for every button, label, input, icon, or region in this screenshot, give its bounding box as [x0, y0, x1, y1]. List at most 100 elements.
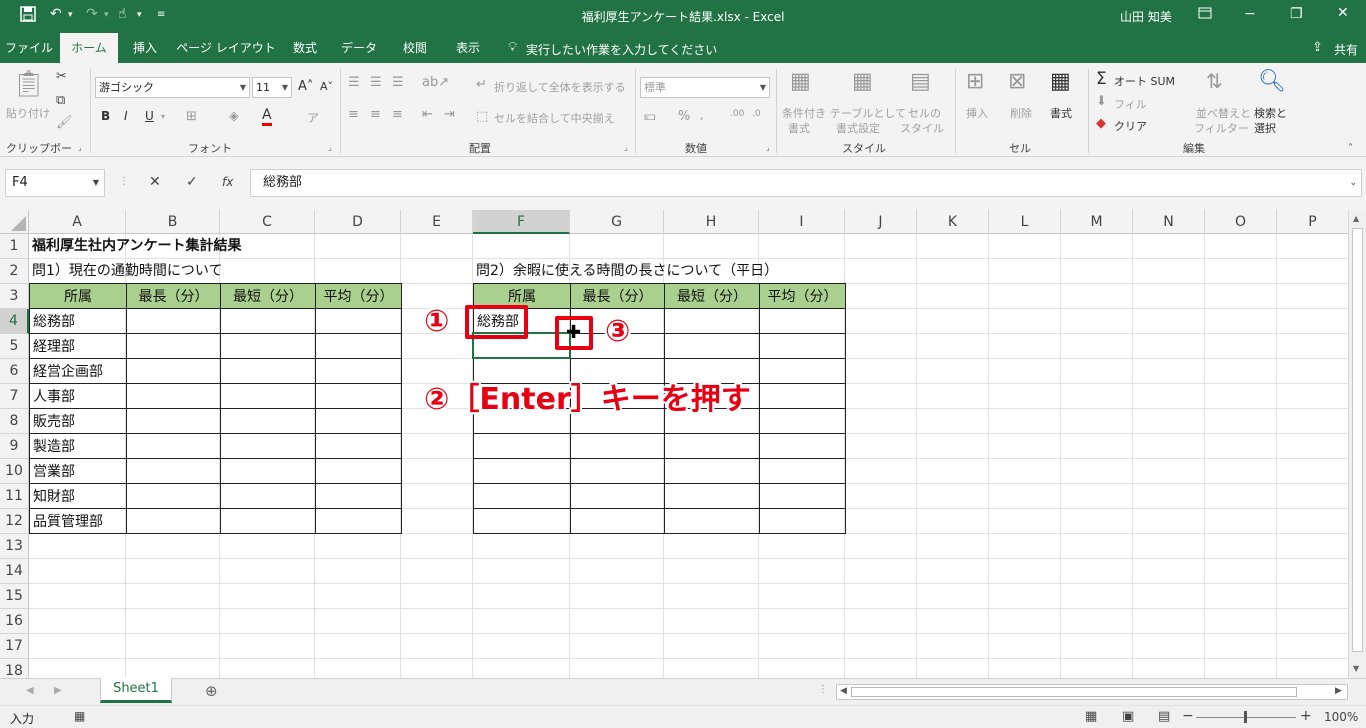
table1-value-cell[interactable]: [220, 308, 316, 334]
table2-value-cell[interactable]: [664, 483, 760, 509]
wrap-text-button[interactable]: 折り返して全体を表示する: [494, 79, 626, 95]
align-right-icon[interactable]: ≡: [392, 107, 403, 122]
tell-me-box[interactable]: 実行したい作業を入力してください: [526, 41, 717, 58]
row-header-11[interactable]: 11: [0, 484, 29, 509]
horizontal-scrollbar[interactable]: ◀ ▶: [836, 684, 1348, 700]
cell-a1[interactable]: 福利厚生社内アンケート集計結果: [29, 234, 241, 259]
scroll-up-icon[interactable]: ▲: [1353, 214, 1359, 223]
underline-dropdown-icon[interactable]: ▾: [161, 112, 165, 121]
row-header-8[interactable]: 8: [0, 409, 29, 434]
table2-header-min[interactable]: 最短（分）: [664, 283, 760, 309]
vertical-scrollbar[interactable]: ▲ ▼: [1348, 210, 1366, 678]
select-all-corner[interactable]: [0, 210, 29, 234]
table2-value-cell[interactable]: [759, 358, 846, 384]
merge-center-icon[interactable]: ⬚: [476, 109, 488, 124]
row-header-16[interactable]: 16: [0, 609, 29, 634]
font-name-box[interactable]: 游ゴシック ▼: [95, 77, 250, 98]
table2-dept-cell[interactable]: [473, 433, 571, 459]
table1-value-cell[interactable]: [126, 508, 221, 534]
column-header-o[interactable]: O: [1205, 210, 1277, 234]
row-header-6[interactable]: 6: [0, 359, 29, 384]
insert-function-icon[interactable]: fx: [222, 175, 233, 189]
sheet-tab-sheet1[interactable]: Sheet1: [100, 678, 172, 703]
user-name[interactable]: 山田 知美: [1120, 8, 1172, 25]
column-header-e[interactable]: E: [401, 210, 473, 234]
clear-icon[interactable]: ◆: [1096, 116, 1106, 131]
table1-header-min[interactable]: 最短（分）: [220, 283, 316, 309]
table2-value-cell[interactable]: [664, 433, 760, 459]
tab-insert[interactable]: 挿入: [120, 33, 170, 63]
table1-value-cell[interactable]: [126, 358, 221, 384]
table1-value-cell[interactable]: [220, 333, 316, 359]
scroll-left-icon[interactable]: ◀: [840, 686, 847, 696]
table1-dept-cell[interactable]: 経理部: [29, 333, 127, 359]
table1-value-cell[interactable]: [315, 483, 402, 509]
table2-value-cell[interactable]: [570, 433, 665, 459]
row-header-5[interactable]: 5: [0, 334, 29, 359]
insert-cells-button[interactable]: 挿入: [966, 105, 988, 121]
table1-value-cell[interactable]: [220, 358, 316, 384]
table1-value-cell[interactable]: [126, 433, 221, 459]
conditional-formatting-icon[interactable]: ▦: [790, 69, 811, 94]
table2-value-cell[interactable]: [664, 333, 760, 359]
table1-value-cell[interactable]: [315, 333, 402, 359]
tab-data[interactable]: データ: [334, 33, 384, 63]
column-header-a[interactable]: A: [29, 210, 126, 234]
border-icon[interactable]: ⊞: [186, 109, 197, 124]
table1-value-cell[interactable]: [126, 408, 221, 434]
table1-header-max[interactable]: 最長（分）: [126, 283, 221, 309]
normal-view-icon[interactable]: ▦: [1085, 709, 1097, 724]
column-header-n[interactable]: N: [1133, 210, 1205, 234]
row-header-1[interactable]: 1: [0, 234, 29, 259]
next-sheet-icon[interactable]: ▶: [54, 685, 62, 696]
insert-cells-icon[interactable]: ⊞: [966, 69, 984, 94]
number-format-box[interactable]: 標準 ▼: [640, 77, 770, 98]
paste-icon[interactable]: 📋︎: [12, 69, 45, 99]
horizontal-scroll-thumb[interactable]: [851, 687, 1297, 697]
table1-dept-cell[interactable]: 人事部: [29, 383, 127, 409]
cancel-icon[interactable]: ✕: [149, 174, 161, 190]
table2-value-cell[interactable]: [759, 383, 846, 409]
row-header-3[interactable]: 3: [0, 284, 29, 309]
shrink-font-icon[interactable]: A˅: [320, 80, 333, 93]
grow-font-icon[interactable]: A˄: [298, 79, 313, 94]
column-header-d[interactable]: D: [315, 210, 401, 234]
table2-header-max[interactable]: 最長（分）: [570, 283, 665, 309]
table1-value-cell[interactable]: [315, 308, 402, 334]
column-header-g[interactable]: G: [570, 210, 664, 234]
column-header-j[interactable]: J: [845, 210, 917, 234]
row-header-2[interactable]: 2: [0, 259, 29, 284]
worksheet-grid[interactable]: ABCDEFGHIJKLMNOP 1 2 3 4 5 6 7 8 9 10 11 12 13 14 15 16…: [0, 210, 1366, 684]
table1-value-cell[interactable]: [220, 383, 316, 409]
font-size-box[interactable]: 11 ▼: [252, 77, 292, 98]
table1-dept-cell[interactable]: 営業部: [29, 458, 127, 484]
table2-value-cell[interactable]: [570, 458, 665, 484]
table2-value-cell[interactable]: [570, 483, 665, 509]
align-bottom-icon[interactable]: ☰: [392, 75, 404, 90]
tab-view[interactable]: 表示: [446, 33, 490, 63]
table2-value-cell[interactable]: [759, 333, 846, 359]
column-header-k[interactable]: K: [917, 210, 989, 234]
row-header-13[interactable]: 13: [0, 534, 29, 559]
column-header-i[interactable]: I: [759, 210, 845, 234]
column-header-f[interactable]: F: [473, 210, 570, 234]
italic-button[interactable]: I: [124, 109, 128, 123]
decrease-decimal-icon[interactable]: .0: [752, 109, 761, 119]
prev-sheet-icon[interactable]: ◀: [26, 685, 34, 696]
autosum-icon[interactable]: Σ: [1096, 69, 1107, 89]
autosum-button[interactable]: オート SUM: [1114, 73, 1175, 89]
row-header-10[interactable]: 10: [0, 459, 29, 484]
align-center-icon[interactable]: ≡: [370, 107, 381, 122]
find-select-icon[interactable]: 🔍︎: [1258, 69, 1286, 94]
enter-icon[interactable]: ✓: [186, 174, 198, 190]
table2-value-cell[interactable]: [664, 308, 760, 334]
table1-header-avg[interactable]: 平均（分）: [315, 283, 402, 309]
table2-value-cell[interactable]: [759, 483, 846, 509]
table1-dept-cell[interactable]: 販売部: [29, 408, 127, 434]
underline-button[interactable]: U: [145, 109, 154, 123]
clipboard-launcher-icon[interactable]: ⌟: [78, 143, 82, 152]
alignment-launcher-icon[interactable]: ⌟: [624, 143, 628, 152]
accounting-format-icon[interactable]: 💴︎: [644, 109, 656, 124]
add-sheet-icon[interactable]: ⊕: [205, 682, 218, 700]
table1-value-cell[interactable]: [220, 508, 316, 534]
